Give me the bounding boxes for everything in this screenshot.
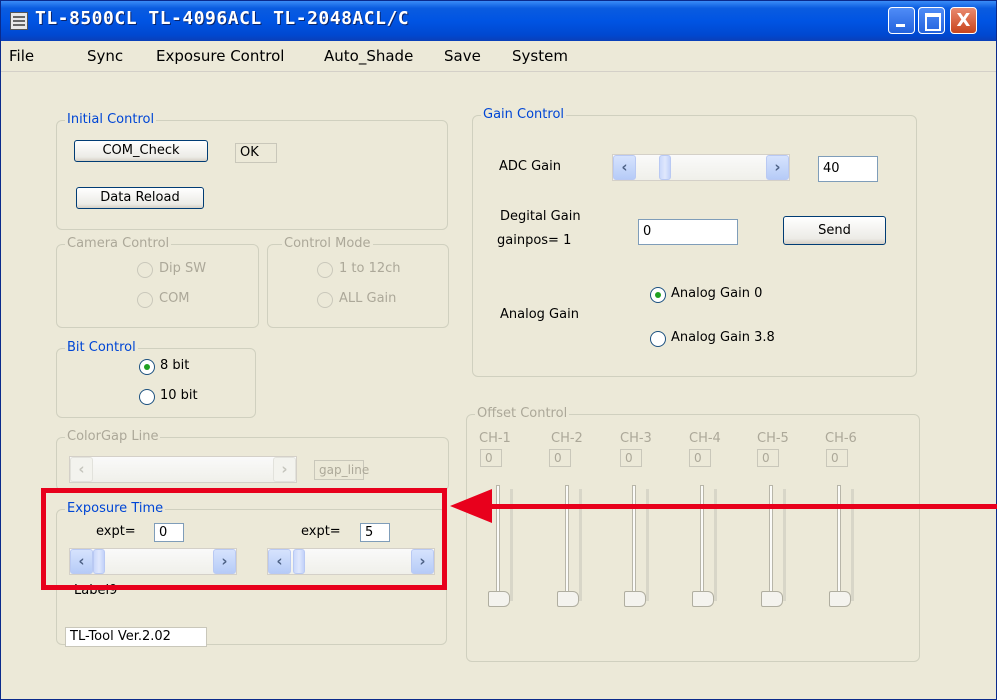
menu-bar: File Sync Exposure Control Auto_Shade Sa… xyxy=(1,41,996,72)
slider-thumb[interactable] xyxy=(829,591,851,607)
gain-control-legend: Gain Control xyxy=(481,107,567,122)
menu-auto-shade[interactable]: Auto_Shade xyxy=(324,47,413,65)
8-bit-label: 8 bit xyxy=(160,358,190,373)
analog-gain-0-radio[interactable] xyxy=(650,287,666,303)
slider-thumb[interactable] xyxy=(557,591,579,607)
menu-system[interactable]: System xyxy=(512,47,568,65)
ch1-value: 0 xyxy=(480,449,502,467)
window-title: TL-8500CL TL-4096ACL TL-2048ACL/C xyxy=(35,8,410,29)
analog-gain-3-8-label: Analog Gain 3.8 xyxy=(671,330,775,345)
chevron-right-icon[interactable]: › xyxy=(766,155,789,180)
ch5-label: CH-5 xyxy=(757,431,789,446)
ch3-label: CH-3 xyxy=(620,431,652,446)
gainpos-label: gainpos= 1 xyxy=(497,233,572,248)
initial-control-legend: Initial Control xyxy=(65,112,157,127)
ch4-value: 0 xyxy=(689,449,711,467)
ch1-label: CH-1 xyxy=(479,431,511,446)
analog-gain-label: Analog Gain xyxy=(500,307,579,322)
gap-line-field: gap_line xyxy=(314,460,369,480)
scroll-thumb[interactable] xyxy=(659,155,671,180)
com-label: COM xyxy=(159,291,190,306)
slider-thumb[interactable] xyxy=(624,591,646,607)
offset-control-group: Offset Control CH-1 0 CH-2 0 CH-3 0 CH-4… xyxy=(466,406,920,662)
analog-gain-3-8-radio[interactable] xyxy=(650,331,666,347)
ch2-label: CH-2 xyxy=(551,431,583,446)
10-bit-radio[interactable] xyxy=(139,389,155,405)
send-button[interactable]: Send xyxy=(783,216,886,245)
all-gain-radio[interactable] xyxy=(317,292,333,308)
menu-sync[interactable]: Sync xyxy=(87,47,123,65)
colorgap-line-legend: ColorGap Line xyxy=(65,429,161,444)
slider-thumb[interactable] xyxy=(692,591,714,607)
close-icon: X xyxy=(956,10,971,31)
digital-gain-label: Degital Gain xyxy=(500,209,581,224)
analog-gain-0-label: Analog Gain 0 xyxy=(671,286,763,301)
camera-control-group: Camera Control Dip SW COM xyxy=(56,236,259,328)
version-label: TL-Tool Ver.2.02 xyxy=(65,627,207,647)
colorgap-line-group: ColorGap Line ‹ › gap_line xyxy=(56,429,449,491)
maximize-icon xyxy=(925,13,941,31)
colorgap-scrollbar[interactable]: ‹ › xyxy=(69,456,297,483)
chevron-right-icon[interactable]: › xyxy=(273,457,296,482)
minimize-button[interactable] xyxy=(888,7,915,34)
data-reload-button[interactable]: Data Reload xyxy=(76,187,204,209)
slider-thumb[interactable] xyxy=(488,591,510,607)
adc-gain-input[interactable]: 40 xyxy=(818,156,878,182)
ch2-value: 0 xyxy=(549,449,571,467)
highlight-arrow-head xyxy=(450,489,492,523)
ch6-value: 0 xyxy=(826,449,848,467)
chevron-left-icon[interactable]: ‹ xyxy=(613,155,636,180)
8-bit-radio[interactable] xyxy=(139,359,155,375)
application-window: TL-8500CL TL-4096ACL TL-2048ACL/C X File… xyxy=(0,0,997,700)
menu-file[interactable]: File xyxy=(9,47,34,65)
offset-control-legend: Offset Control xyxy=(475,406,570,421)
slider-thumb[interactable] xyxy=(761,591,783,607)
ch5-value: 0 xyxy=(757,449,779,467)
chevron-left-icon[interactable]: ‹ xyxy=(70,457,93,482)
10-bit-label: 10 bit xyxy=(160,388,198,403)
menu-save[interactable]: Save xyxy=(444,47,481,65)
control-mode-group: Control Mode 1 to 12ch ALL Gain xyxy=(267,236,449,328)
com-radio[interactable] xyxy=(137,292,153,308)
close-button[interactable]: X xyxy=(950,7,977,34)
initial-control-group: Initial Control COM_Check OK Data Reload xyxy=(56,112,448,230)
one-to-12ch-radio[interactable] xyxy=(317,262,333,278)
dip-sw-radio[interactable] xyxy=(137,262,153,278)
adc-gain-label: ADC Gain xyxy=(499,159,562,174)
bit-control-legend: Bit Control xyxy=(65,340,138,355)
com-check-button[interactable]: COM_Check xyxy=(74,140,208,162)
ch6-label: CH-6 xyxy=(825,431,857,446)
main-panel: Initial Control COM_Check OK Data Reload… xyxy=(9,72,988,696)
bit-control-group: Bit Control 8 bit 10 bit xyxy=(56,340,256,418)
com-status-field: OK xyxy=(235,143,277,163)
app-icon xyxy=(10,12,28,30)
all-gain-label: ALL Gain xyxy=(339,291,397,306)
adc-gain-scrollbar[interactable]: ‹ › xyxy=(612,154,790,181)
ch4-label: CH-4 xyxy=(689,431,721,446)
one-to-12ch-label: 1 to 12ch xyxy=(339,261,401,276)
highlight-arrow-shaft xyxy=(490,504,997,509)
maximize-button[interactable] xyxy=(918,7,945,34)
digital-gain-input[interactable]: 0 xyxy=(638,219,738,245)
minimize-icon xyxy=(896,24,905,27)
highlight-box xyxy=(41,488,447,590)
ch3-value: 0 xyxy=(620,449,642,467)
menu-exposure-control[interactable]: Exposure Control xyxy=(156,47,284,65)
dip-sw-label: Dip SW xyxy=(159,261,207,276)
gain-control-group: Gain Control ADC Gain ‹ › 40 Degital Gai… xyxy=(472,107,917,377)
camera-control-legend: Camera Control xyxy=(65,236,172,251)
control-mode-legend: Control Mode xyxy=(282,236,373,251)
title-bar[interactable]: TL-8500CL TL-4096ACL TL-2048ACL/C X xyxy=(1,1,996,41)
